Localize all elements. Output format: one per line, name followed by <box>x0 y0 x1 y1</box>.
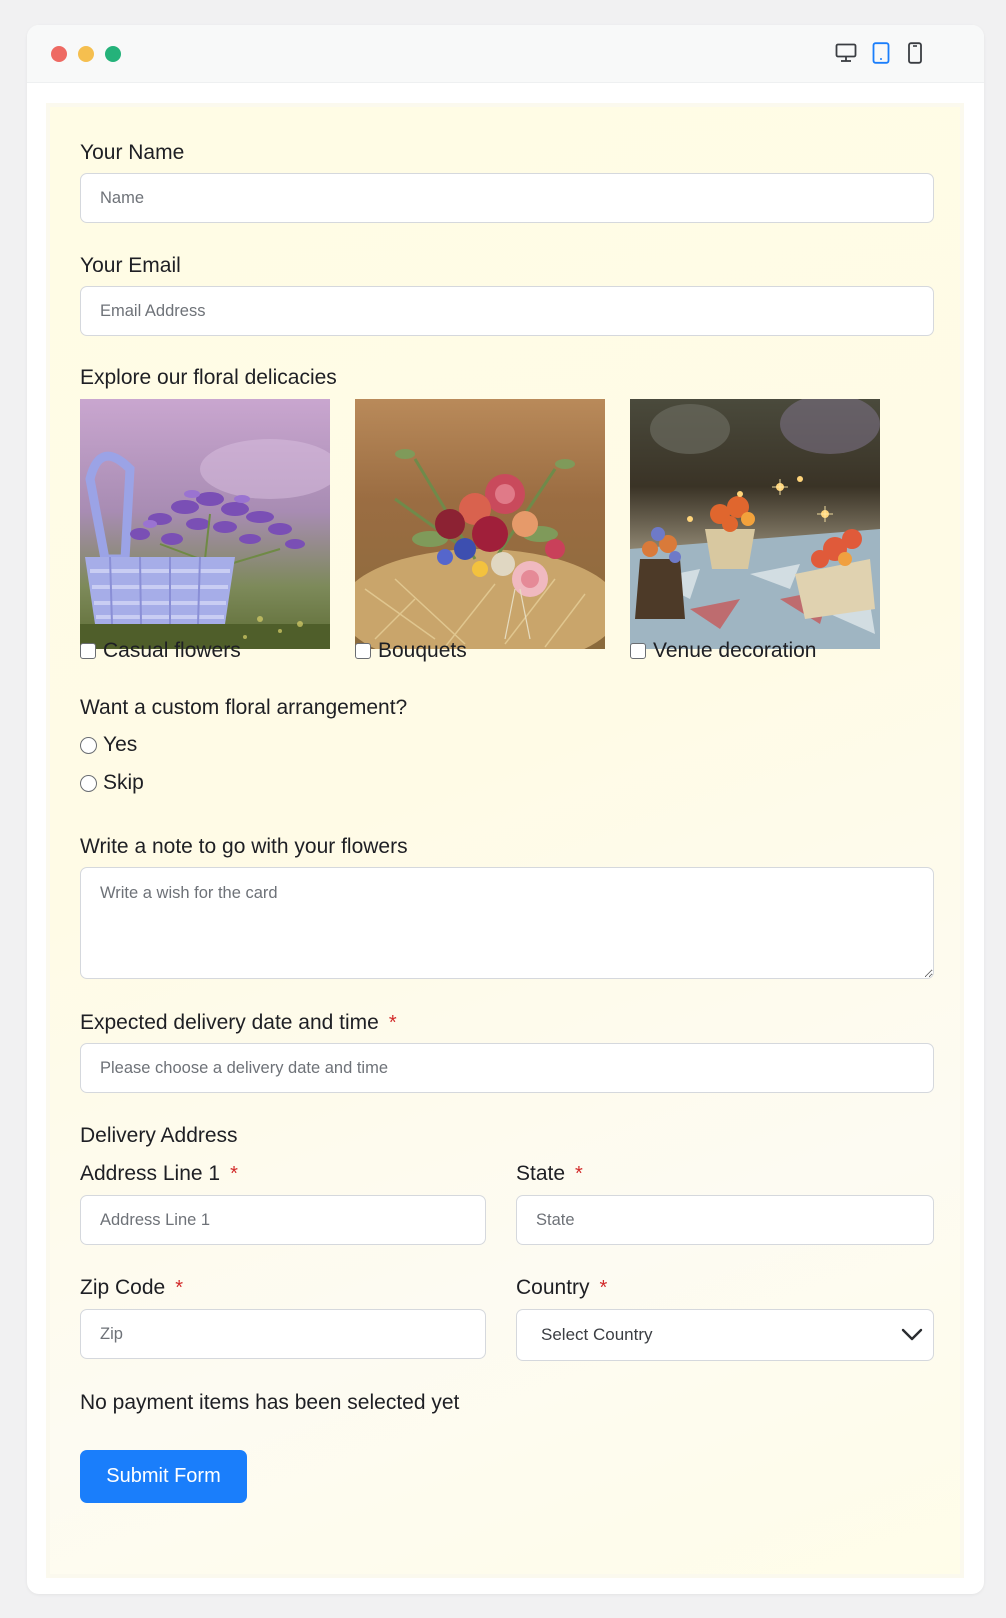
yes-radio[interactable] <box>80 736 97 754</box>
required-mark: * <box>599 1277 608 1299</box>
preview-window: Your Name Your Email Explore our floral … <box>27 25 984 1594</box>
minimize-window-dot[interactable] <box>78 46 94 62</box>
desktop-icon[interactable] <box>832 39 860 67</box>
payment-status-text: No payment items has been selected yet <box>80 1391 460 1414</box>
yes-label: Yes <box>103 733 138 756</box>
country-label-text: Country <box>516 1276 590 1299</box>
state-input[interactable] <box>516 1195 934 1245</box>
state-label-text: State <box>516 1162 566 1185</box>
venue-decoration-checkbox[interactable] <box>630 643 646 659</box>
bouquets-label: Bouquets <box>378 639 467 662</box>
email-input[interactable] <box>80 286 934 336</box>
delivery-address-heading: Delivery Address <box>80 1124 238 1147</box>
zip-label-text: Zip Code <box>80 1276 166 1299</box>
note-label: Write a note to go with your flowers <box>80 835 408 858</box>
bouquets-image[interactable] <box>355 399 605 649</box>
required-mark: * <box>230 1163 238 1185</box>
skip-radio[interactable] <box>80 774 97 792</box>
form-container: Your Name Your Email Explore our floral … <box>46 103 964 1578</box>
zip-label: Zip Code * <box>80 1276 183 1300</box>
custom-option-skip[interactable]: Skip <box>80 771 144 795</box>
tablet-icon[interactable] <box>867 39 895 67</box>
services-label: Explore our floral delicacies <box>80 366 337 389</box>
venue-decoration-label: Venue decoration <box>653 639 817 662</box>
country-select[interactable]: Select Country <box>516 1309 934 1361</box>
name-input[interactable] <box>80 173 934 223</box>
submit-button[interactable]: Submit Form <box>80 1450 247 1503</box>
window-titlebar <box>27 25 984 83</box>
address-line1-input[interactable] <box>80 1195 486 1245</box>
email-label: Your Email <box>80 254 181 277</box>
address-line1-label: Address Line 1 * <box>80 1162 238 1186</box>
country-selected-value: Select Country <box>541 1325 653 1344</box>
delivery-datetime-input[interactable] <box>80 1043 934 1093</box>
custom-option-yes[interactable]: Yes <box>80 733 137 757</box>
maximize-window-dot[interactable] <box>105 46 121 62</box>
service-option-venue[interactable]: Venue decoration <box>630 639 816 663</box>
casual-flowers-image[interactable] <box>80 399 330 649</box>
required-mark: * <box>175 1277 184 1299</box>
required-mark: * <box>575 1163 583 1185</box>
delivery-label-text: Expected delivery date and time <box>80 1011 379 1034</box>
service-option-bouquets[interactable]: Bouquets <box>355 639 467 663</box>
skip-label: Skip <box>103 771 144 794</box>
casual-flowers-checkbox[interactable] <box>80 643 96 659</box>
mobile-icon[interactable] <box>901 39 929 67</box>
bouquets-checkbox[interactable] <box>355 643 371 659</box>
state-label: State * <box>516 1162 583 1186</box>
zip-input[interactable] <box>80 1309 486 1359</box>
delivery-label: Expected delivery date and time * <box>80 1011 397 1035</box>
close-window-dot[interactable] <box>51 46 67 62</box>
required-mark: * <box>388 1012 397 1034</box>
casual-flowers-label: Casual flowers <box>103 639 241 662</box>
custom-arrangement-label: Want a custom floral arrangement? <box>80 696 408 719</box>
address-line1-label-text: Address Line 1 <box>80 1162 221 1185</box>
country-label: Country * <box>516 1276 607 1300</box>
chevron-down-icon <box>899 1322 925 1353</box>
venue-decoration-image[interactable] <box>630 399 880 649</box>
note-textarea[interactable] <box>80 867 934 979</box>
name-label: Your Name <box>80 141 185 164</box>
service-option-casual[interactable]: Casual flowers <box>80 639 241 663</box>
